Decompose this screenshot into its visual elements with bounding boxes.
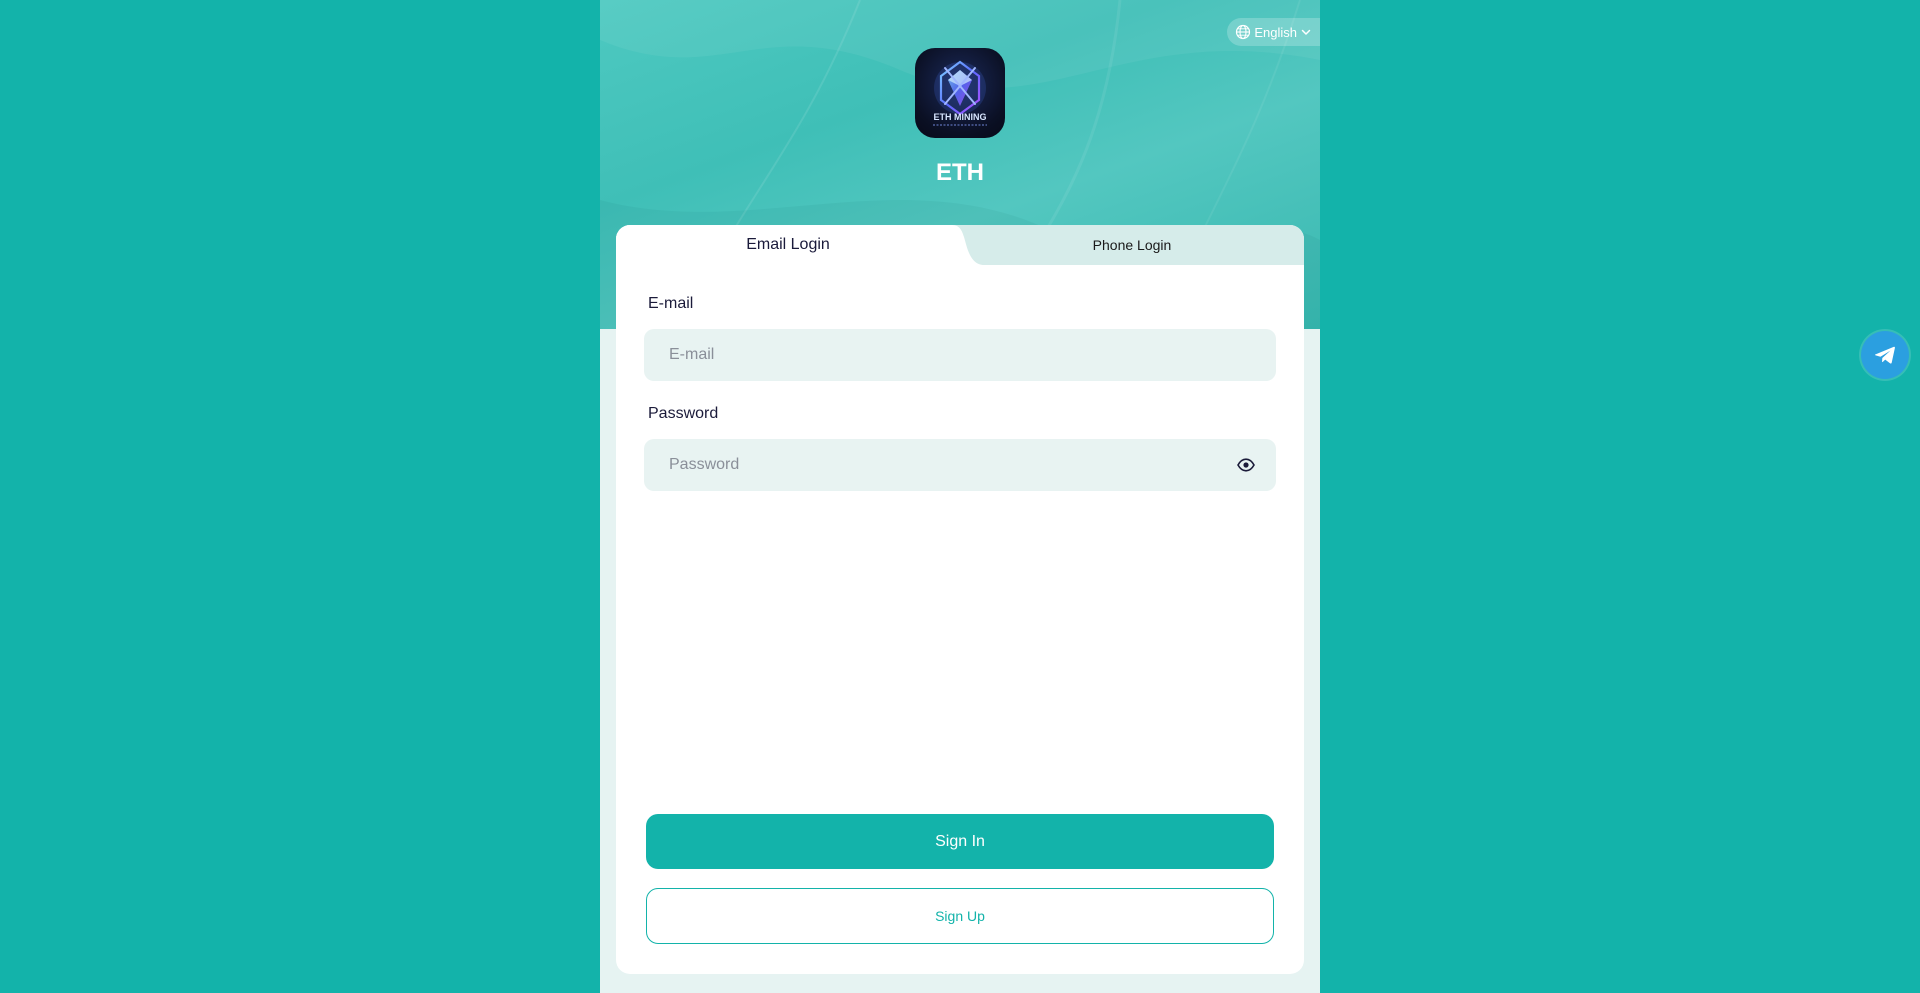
password-visibility-toggle[interactable]: [1226, 439, 1266, 491]
login-card: Email Login Phone Login E-mail Password …: [616, 225, 1304, 974]
telegram-icon: [1874, 346, 1895, 364]
chevron-down-icon: [1301, 29, 1311, 35]
email-label: E-mail: [648, 295, 694, 312]
language-selector[interactable]: English: [1227, 18, 1320, 46]
logo-text: ETH MINING: [934, 112, 987, 122]
sign-in-button[interactable]: Sign In: [646, 814, 1274, 869]
password-label: Password: [648, 405, 719, 422]
sign-up-button[interactable]: Sign Up: [646, 888, 1274, 944]
language-label: English: [1254, 24, 1297, 40]
tab-phone-login-label: Phone Login: [1092, 237, 1172, 253]
eye-icon: [1237, 458, 1255, 472]
sign-up-label: Sign Up: [935, 908, 985, 924]
tab-phone-login[interactable]: Phone Login: [960, 225, 1304, 265]
sign-in-label: Sign In: [935, 832, 985, 850]
email-field-wrapper: [644, 329, 1276, 381]
password-field[interactable]: [644, 439, 1226, 491]
globe-icon: [1236, 24, 1251, 40]
app-logo: ETH MINING: [915, 48, 1005, 138]
email-field[interactable]: [644, 329, 1276, 381]
password-field-wrapper: [644, 439, 1276, 491]
tab-email-login-label: Email Login: [746, 236, 830, 253]
login-tabs: Email Login Phone Login: [616, 225, 1304, 265]
brand-title: ETH: [936, 159, 984, 186]
telegram-button[interactable]: [1861, 331, 1909, 379]
tab-email-login[interactable]: Email Login: [616, 225, 960, 265]
eth-mining-logo: ETH MINING: [933, 60, 987, 126]
app-screen: English ETH MINING ETH Email Login Phone…: [600, 0, 1320, 993]
